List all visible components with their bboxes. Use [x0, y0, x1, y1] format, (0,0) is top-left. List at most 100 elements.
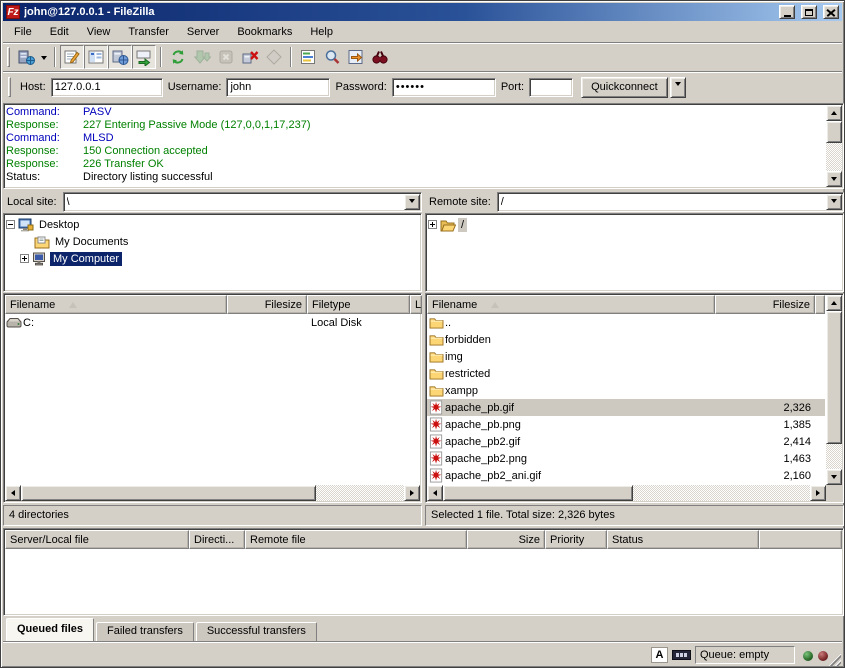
file-row[interactable]: apache_pb.png1,385 — [427, 416, 825, 433]
file-row[interactable]: restricted — [427, 365, 825, 382]
column-status[interactable]: Status — [607, 530, 759, 549]
local-site-dropdown-button[interactable] — [404, 194, 420, 210]
scrollbar-thumb[interactable] — [443, 485, 633, 501]
filezilla-app-icon[interactable]: Fz — [6, 5, 20, 19]
tab-failed-transfers[interactable]: Failed transfers — [96, 622, 194, 641]
scroll-right-button[interactable] — [810, 485, 826, 501]
directory-filters-button[interactable] — [296, 45, 320, 69]
column-filename[interactable]: Filename — [5, 295, 227, 314]
refresh-button[interactable] — [166, 45, 190, 69]
column-filesize[interactable]: Filesize — [227, 295, 307, 314]
toggle-message-log-button[interactable] — [60, 45, 84, 69]
toolbar-grip[interactable] — [7, 47, 10, 67]
scrollbar-thumb[interactable] — [826, 121, 842, 143]
cancel-operation-button[interactable] — [214, 45, 238, 69]
file-row[interactable]: img — [427, 348, 825, 365]
menu-view[interactable]: View — [78, 23, 120, 41]
image-file-icon — [427, 434, 445, 449]
quickconnect-button[interactable]: Quickconnect — [581, 77, 668, 98]
expand-icon[interactable] — [428, 220, 437, 229]
toggle-remote-tree-button[interactable] — [108, 45, 132, 69]
reconnect-button[interactable] — [262, 45, 286, 69]
tree-item-root[interactable]: / — [428, 216, 843, 233]
toggle-local-tree-button[interactable] — [84, 45, 108, 69]
scrollbar-thumb[interactable] — [826, 311, 842, 444]
tab-queued-files[interactable]: Queued files — [6, 618, 94, 641]
quickconnect-dropdown-button[interactable] — [670, 77, 686, 98]
scroll-up-button[interactable] — [826, 295, 842, 311]
local-directory-tree: Desktop My Documents My Computer — [3, 213, 422, 292]
scroll-left-button[interactable] — [427, 485, 443, 501]
site-manager-dropdown-button[interactable] — [38, 46, 50, 68]
column-remote-file[interactable]: Remote file — [245, 530, 467, 549]
password-input[interactable]: •••••• — [392, 78, 496, 97]
remote-site-combobox[interactable]: / — [497, 192, 844, 212]
scroll-right-button[interactable] — [404, 485, 420, 501]
column-priority[interactable]: Priority — [545, 530, 607, 549]
sync-browsing-icon — [347, 48, 365, 66]
scrollbar-thumb[interactable] — [21, 485, 316, 501]
speed-limit-icon[interactable] — [672, 650, 691, 660]
tab-successful-transfers[interactable]: Successful transfers — [196, 622, 317, 641]
column-filesize[interactable]: Filesize — [715, 295, 815, 314]
scroll-up-button[interactable] — [826, 105, 842, 121]
file-row[interactable]: forbidden — [427, 331, 825, 348]
file-row[interactable]: apache_pb2_ani.gif2,160 — [427, 467, 825, 484]
column-filename[interactable]: Filename — [427, 295, 715, 314]
remote-horizontal-scrollbar[interactable] — [427, 485, 826, 501]
menu-file[interactable]: File — [5, 23, 41, 41]
resize-grip[interactable] — [827, 652, 841, 666]
scroll-down-button[interactable] — [826, 469, 842, 485]
maximize-button[interactable] — [801, 5, 817, 19]
file-row[interactable]: apache_pb2.gif2,414 — [427, 433, 825, 450]
log-scrollbar[interactable] — [826, 105, 842, 187]
column-direction[interactable]: Directi... — [189, 530, 245, 549]
menu-help[interactable]: Help — [301, 23, 342, 41]
quickconnect-grip[interactable] — [8, 77, 11, 97]
file-row-c-drive[interactable]: C: Local Disk — [5, 314, 420, 331]
local-site-combobox[interactable]: \ — [63, 192, 422, 212]
menu-server[interactable]: Server — [178, 23, 228, 41]
minimize-button[interactable] — [779, 5, 795, 19]
disconnect-button[interactable] — [238, 45, 262, 69]
scrollbar-track[interactable] — [316, 485, 404, 501]
local-horizontal-scrollbar[interactable] — [5, 485, 420, 501]
port-input[interactable] — [529, 78, 573, 97]
column-filetype[interactable]: Filetype — [307, 295, 410, 314]
log-line: Command:MLSD — [6, 132, 824, 145]
scroll-down-button[interactable] — [826, 171, 842, 187]
process-queue-button[interactable] — [190, 45, 214, 69]
menu-edit[interactable]: Edit — [41, 23, 78, 41]
file-row-selected[interactable]: apache_pb.gif2,326 — [427, 399, 825, 416]
toolbar-separator — [290, 47, 292, 67]
toggle-transfer-queue-button[interactable] — [132, 45, 156, 69]
collapse-icon[interactable] — [6, 220, 15, 229]
expand-icon[interactable] — [20, 254, 29, 263]
tree-item-desktop[interactable]: Desktop — [6, 216, 421, 233]
scrollbar-track[interactable] — [633, 485, 810, 501]
scrollbar-track[interactable] — [826, 444, 842, 469]
close-button[interactable] — [823, 5, 839, 19]
tree-item-my-computer[interactable]: My Computer — [6, 250, 421, 267]
menu-bookmarks[interactable]: Bookmarks — [228, 23, 301, 41]
column-size[interactable]: Size — [467, 530, 545, 549]
scrollbar-track[interactable] — [826, 143, 842, 171]
file-row[interactable]: xampp — [427, 382, 825, 399]
find-files-button[interactable] — [368, 45, 392, 69]
transfer-type-indicator[interactable]: A — [651, 647, 668, 663]
menu-transfer[interactable]: Transfer — [119, 23, 178, 41]
site-manager-button[interactable] — [14, 45, 38, 69]
column-server-local-file[interactable]: Server/Local file — [5, 530, 189, 549]
file-row[interactable]: .. — [427, 314, 825, 331]
username-input[interactable]: john — [226, 78, 330, 97]
host-input[interactable]: 127.0.0.1 — [51, 78, 163, 97]
reconnect-icon — [265, 48, 283, 66]
synchronized-browsing-button[interactable] — [344, 45, 368, 69]
tree-item-my-documents[interactable]: My Documents — [6, 233, 421, 250]
directory-comparison-button[interactable] — [320, 45, 344, 69]
column-last-modified[interactable]: L — [410, 295, 422, 314]
file-row[interactable]: apache_pb2.png1,463 — [427, 450, 825, 467]
scroll-left-button[interactable] — [5, 485, 21, 501]
remote-site-dropdown-button[interactable] — [826, 194, 842, 210]
remote-vertical-scrollbar[interactable] — [826, 295, 842, 485]
